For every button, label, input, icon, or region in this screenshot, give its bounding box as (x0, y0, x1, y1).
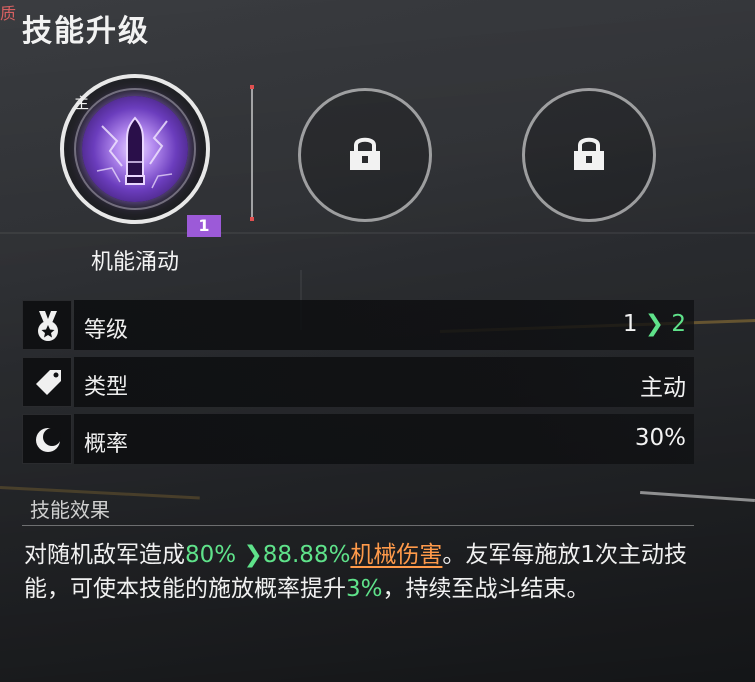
locked-skill-slot[interactable] (522, 88, 656, 222)
effect-heading: 技能效果 (30, 498, 110, 522)
stat-row-rate: 概率 30% (22, 414, 694, 464)
corner-char: 质 (0, 4, 17, 23)
damage-type-link[interactable]: 机械伤害 (350, 542, 442, 568)
tag-icon (22, 357, 72, 407)
rate-value: 30% (634, 425, 686, 451)
stat-label: 等级 (84, 318, 129, 343)
divider-dot (250, 217, 254, 221)
type-value: 主动 (640, 375, 686, 401)
effect-value-rate: 3% (346, 576, 383, 602)
main-skill-slot[interactable]: 主 1 (60, 74, 221, 237)
stat-row-level: 等级 1 ❯ 2 (22, 300, 694, 350)
effect-value-old: 80% (185, 542, 237, 568)
locked-skill-slot[interactable] (298, 88, 432, 222)
stat-bar (74, 357, 694, 407)
medal-icon (22, 300, 72, 350)
effect-description: 对随机敌军造成80% ❯88.88%机械伤害。友军每施放1次主动技能，可使本技能… (24, 538, 700, 606)
stat-label: 概率 (84, 432, 129, 457)
stat-label: 类型 (84, 375, 129, 400)
level-to: 2 (671, 311, 686, 337)
effect-text: ，持续至战斗结束。 (382, 576, 590, 602)
skill-level-badge: 1 (187, 215, 221, 237)
lock-icon (347, 134, 383, 176)
stat-bar (74, 300, 694, 350)
skill-name: 机能涌动 (90, 250, 179, 275)
chevron-right-icon: ❯ (243, 542, 263, 568)
bg-floor-line (640, 490, 755, 503)
bg-floor-line (0, 232, 755, 234)
effect-value-new: 88.88% (262, 542, 351, 568)
stat-bar (74, 414, 694, 464)
stat-row-type: 类型 主动 (22, 357, 694, 407)
lock-icon (571, 134, 607, 176)
divider-dot (250, 85, 254, 89)
moon-icon (22, 414, 72, 464)
level-value: 1 ❯ 2 (623, 311, 686, 337)
slot-divider (251, 87, 253, 219)
effect-text: 对随机敌军造成 (24, 542, 185, 568)
page-title: 技能升级 (22, 14, 150, 49)
level-from: 1 (622, 311, 638, 337)
effect-divider (22, 525, 694, 526)
chevron-right-icon: ❯ (644, 311, 665, 337)
bullet-lightning-icon (82, 96, 188, 202)
main-skill-tag: 主 (74, 94, 90, 112)
